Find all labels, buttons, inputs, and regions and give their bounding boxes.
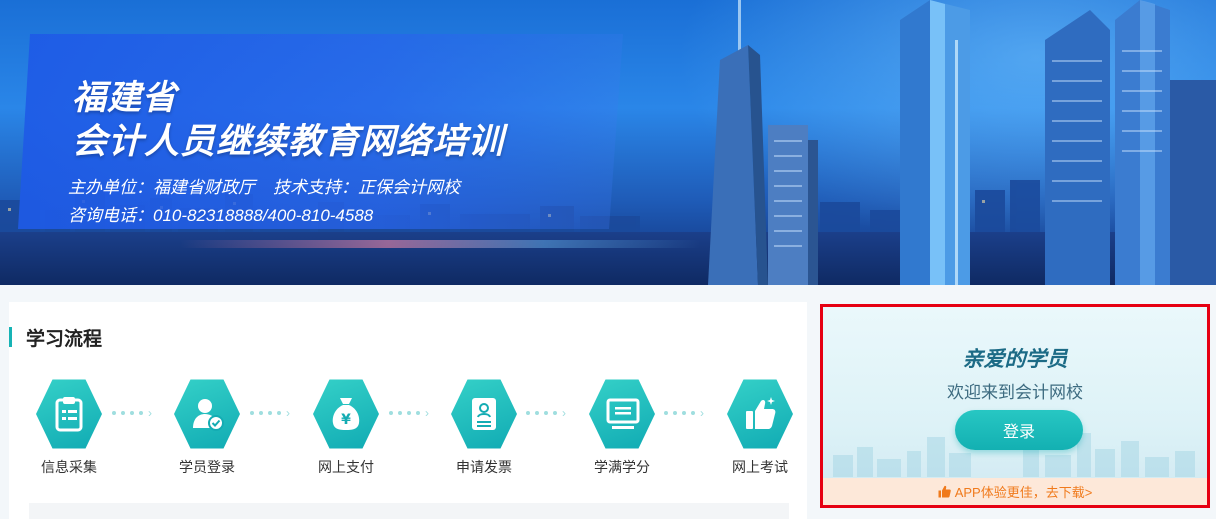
- step-connector: ›: [389, 407, 429, 419]
- thumbs-up-icon: [727, 379, 793, 449]
- step-label: 学员登录: [179, 459, 235, 475]
- banner-tech-support: 技术支持：正保会计网校: [273, 178, 460, 197]
- banner-title-program: 会计人员继续教育网络培训: [72, 122, 505, 161]
- clipboard-icon: [36, 379, 102, 449]
- monitor-icon: [589, 379, 655, 449]
- skyscraper-left: [708, 0, 818, 285]
- login-panel: 亲爱的学员 欢迎来到会计网校 登录 APP体验更佳，去下载>: [820, 304, 1210, 508]
- invoice-icon: [451, 379, 517, 449]
- banner-hotline: 咨询电话：010-82318888/400-810-4588: [68, 206, 374, 225]
- step-online-payment[interactable]: ¥ 网上支付: [286, 378, 406, 477]
- thumbs-up-icon: [938, 485, 951, 498]
- app-download-link[interactable]: APP体验更佳，去下载>: [823, 478, 1207, 505]
- hero-banner: 福建省 会计人员继续教育网络培训 主办单位：福建省财政厅 技术支持：正保会计网校 …: [0, 0, 1216, 285]
- step-label: 学满学分: [594, 459, 650, 475]
- process-steps: 信息采集 › 学员登录 › ¥ 网上支付 › 申请发票 › 学满学分 › 网上考…: [9, 378, 807, 478]
- login-greeting: 亲爱的学员: [962, 348, 1068, 371]
- section-title: 学习流程: [26, 328, 103, 350]
- step-label: 申请发票: [456, 459, 512, 475]
- step-connector: ›: [526, 407, 566, 419]
- skyscraper-center: [900, 0, 970, 285]
- step-complete-credits[interactable]: 学满学分: [562, 378, 682, 477]
- step-connector: ›: [664, 407, 704, 419]
- user-check-icon: [174, 379, 240, 449]
- login-welcome-text: 欢迎来到会计网校: [947, 383, 1083, 402]
- step-apply-invoice[interactable]: 申请发票: [424, 378, 544, 477]
- step-label: 信息采集: [41, 459, 97, 475]
- learning-process-card: 学习流程 信息采集 › 学员登录 › ¥ 网上支付 › 申请发票 › 学满学分 …: [9, 302, 807, 519]
- skyscraper-right: [1045, 0, 1216, 285]
- content-divider: [29, 503, 789, 519]
- money-bag-icon: ¥: [313, 379, 379, 449]
- svg-text:¥: ¥: [341, 412, 351, 428]
- heading-accent-bar: [9, 327, 12, 347]
- step-connector: ›: [112, 407, 152, 419]
- app-promo-text: APP体验更佳，去下载>: [954, 485, 1093, 500]
- section-heading: 学习流程: [9, 326, 103, 350]
- step-online-exam[interactable]: 网上考试: [700, 378, 820, 477]
- step-label: 网上考试: [732, 459, 788, 475]
- banner-organizers: 主办单位：福建省财政厅 技术支持：正保会计网校: [68, 173, 460, 198]
- login-button[interactable]: 登录: [955, 410, 1083, 450]
- step-info-collection[interactable]: 信息采集: [9, 378, 129, 477]
- step-connector: ›: [250, 407, 290, 419]
- banner-organizer: 主办单位：福建省财政厅: [68, 178, 255, 197]
- step-label: 网上支付: [318, 459, 374, 475]
- step-student-login[interactable]: 学员登录: [147, 378, 267, 477]
- river-reflection: [180, 240, 700, 248]
- banner-title-province: 福建省: [72, 79, 177, 117]
